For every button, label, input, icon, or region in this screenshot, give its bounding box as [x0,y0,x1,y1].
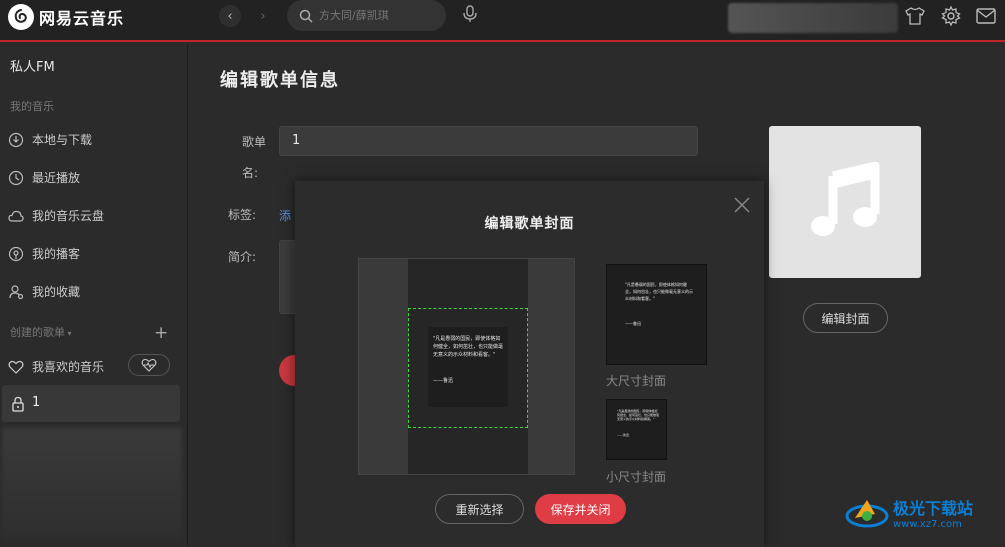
description-textarea[interactable] [279,240,295,314]
create-playlist-button[interactable]: + [154,323,168,343]
crop-selection-box[interactable] [408,308,528,428]
caret-down-icon: ▾ [65,329,72,338]
sidebar-item-label: 最近播放 [32,171,81,185]
sidebar-item-playlist-1[interactable]: 1 [2,385,180,422]
sidebar-item-label: 1 [32,395,41,410]
save-button-partial[interactable] [279,355,295,386]
top-bar: 网易云音乐 ‹ › [0,0,1005,42]
voice-search-button[interactable] [459,3,481,25]
app-logo[interactable]: 网易云音乐 [8,4,124,30]
sidebar-item-label: 我的收藏 [32,285,81,299]
clock-icon [8,170,24,185]
heartbeat-icon [141,358,157,372]
collection-icon [9,284,24,299]
search-box[interactable] [287,0,446,31]
sidebar: 私人FM 我的音乐 本地与下载 最近播放 我的音乐云盘 我的播客 我的收藏 创建… [0,44,188,547]
sidebar-item-label: 我的播客 [32,247,81,261]
app-name: 网易云音乐 [39,9,125,28]
user-profile-blurred[interactable] [728,3,898,33]
sidebar-item-recent[interactable]: 最近播放 [8,169,80,186]
sidebar-item-label: 我的音乐云盘 [32,209,105,223]
blurred-playlists [2,428,182,538]
forward-button[interactable]: › [252,5,274,27]
sidebar-item-cloud[interactable]: 我的音乐云盘 [8,207,104,224]
watermark-url: www.xz7.com [893,519,962,530]
shirt-icon [905,7,925,25]
edit-cover-dialog: 编辑歌单封面 "凡是愚弱的国民，即使体格如何健全，如何茁壮，也只能做毫无意义的示… [295,181,764,547]
watermark-title: 极光下载站 [893,499,974,518]
sidebar-item-podcast[interactable]: 我的播客 [8,245,80,262]
save-and-close-button[interactable]: 保存并关闭 [535,494,626,524]
small-cover-preview: "凡是愚弱的国民，即使体格如何健全，如何茁壮，也只能做毫无意义的示众材料和看客。… [606,399,667,460]
page-title: 编辑歌单信息 [220,70,340,91]
sidebar-item-fm[interactable]: 私人FM [10,56,55,75]
gear-icon [941,6,961,26]
cover-preview [769,126,921,278]
large-cover-preview: "凡是愚弱的国民，即使体格如何健全，如何茁壮，也只能做毫无意义的示众材料和看客。… [606,264,707,365]
search-input[interactable] [319,9,429,22]
sidebar-item-collection[interactable]: 我的收藏 [8,283,80,300]
chevron-left-icon: ‹ [227,8,233,24]
microphone-icon [463,5,477,22]
chevron-right-icon: › [260,8,266,24]
edit-cover-button[interactable]: 编辑封面 [803,303,888,333]
music-note-icon [811,162,880,236]
heartbeat-mode-button[interactable] [128,354,170,376]
settings-button[interactable] [939,4,963,28]
plus-icon: + [154,323,169,343]
sidebar-item-label: 我喜欢的音乐 [32,360,105,374]
sidebar-item-liked-music[interactable]: 我喜欢的音乐 [8,358,104,375]
netease-logo-icon [8,4,34,30]
add-tag-link[interactable]: 添 [279,207,291,224]
description-label: 简介: [228,250,257,264]
close-icon [734,197,750,213]
large-cover-label: 大尺寸封面 [606,374,667,388]
cloud-icon [8,210,24,222]
back-button[interactable]: ‹ [219,5,241,27]
small-cover-label: 小尺寸封面 [606,470,667,484]
podcast-icon [8,246,24,261]
crop-area[interactable]: "凡是愚弱的国民，即使体格如何健全，如何茁壮，也只能做毫无意义的示众材料和看客。… [358,258,575,475]
close-button[interactable] [733,196,751,214]
search-icon [299,9,313,23]
mail-button[interactable] [974,4,998,28]
heart-icon [8,360,24,374]
name-label-cont: 名: [242,166,259,180]
name-label: 歌单 [242,135,267,149]
lock-icon [12,396,24,412]
playlist-name-input[interactable]: 1 [279,126,698,156]
sidebar-item-label: 本地与下载 [32,133,93,147]
tag-label: 标签: [228,208,257,222]
dialog-title: 编辑歌单封面 [484,216,575,232]
watermark: 极光下载站 www.xz7.com [845,495,973,530]
skin-button[interactable] [903,4,927,28]
my-music-header: 我的音乐 [10,100,54,113]
download-icon [8,132,24,147]
reselect-button[interactable]: 重新选择 [435,494,524,524]
sidebar-item-local-download[interactable]: 本地与下载 [8,131,92,148]
mail-icon [976,8,996,24]
created-playlists-header[interactable]: 创建的歌单 ▾ [10,324,72,340]
watermark-logo-icon [845,499,889,527]
